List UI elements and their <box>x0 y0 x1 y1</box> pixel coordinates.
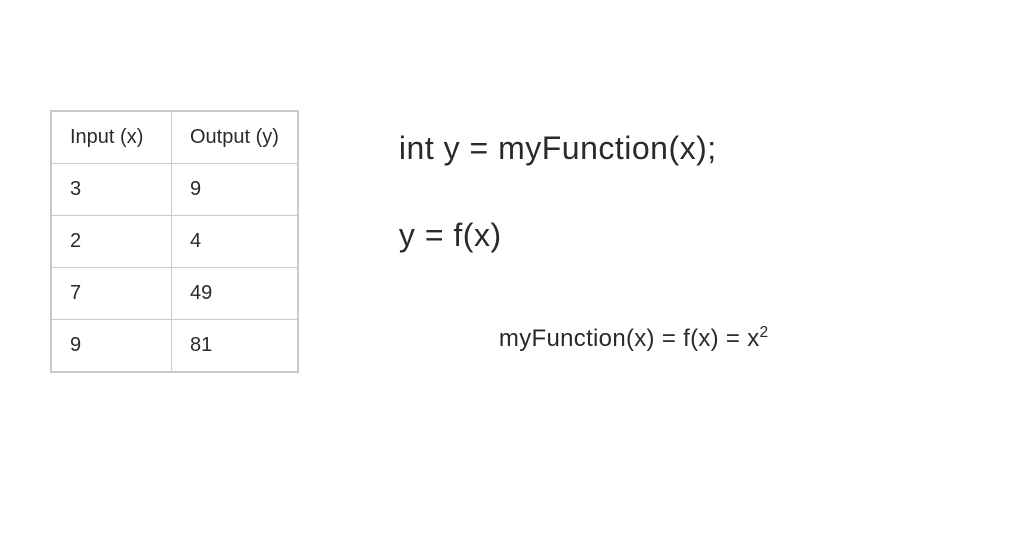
table-cell-output: 4 <box>172 216 298 268</box>
table-cell-output: 9 <box>172 164 298 216</box>
equation-code-line: int y = myFunction(x); <box>399 130 980 167</box>
table-header-input: Input (x) <box>52 112 172 164</box>
equation-definition-line: myFunction(x) = f(x) = x2 <box>399 324 980 353</box>
table-cell-output: 49 <box>172 268 298 320</box>
table-cell-input: 9 <box>52 320 172 372</box>
io-table-wrap: Input (x) Output (y) 3 9 2 4 7 49 <box>50 110 299 373</box>
table-cell-input: 2 <box>52 216 172 268</box>
table-row: 2 4 <box>52 216 298 268</box>
table-header-row: Input (x) Output (y) <box>52 112 298 164</box>
table-cell-output: 81 <box>172 320 298 372</box>
table-cell-input: 3 <box>52 164 172 216</box>
table-cell-input: 7 <box>52 268 172 320</box>
equation-math-line: y = f(x) <box>399 217 980 254</box>
table-row: 3 9 <box>52 164 298 216</box>
io-table: Input (x) Output (y) 3 9 2 4 7 49 <box>51 111 298 372</box>
table-row: 9 81 <box>52 320 298 372</box>
equations-block: int y = myFunction(x); y = f(x) myFuncti… <box>399 110 980 353</box>
table-row: 7 49 <box>52 268 298 320</box>
equation-exponent: 2 <box>760 324 769 341</box>
content-container: Input (x) Output (y) 3 9 2 4 7 49 <box>0 0 1020 413</box>
table-header-output: Output (y) <box>172 112 298 164</box>
equation-definition-prefix: myFunction(x) = f(x) = x <box>499 325 760 352</box>
